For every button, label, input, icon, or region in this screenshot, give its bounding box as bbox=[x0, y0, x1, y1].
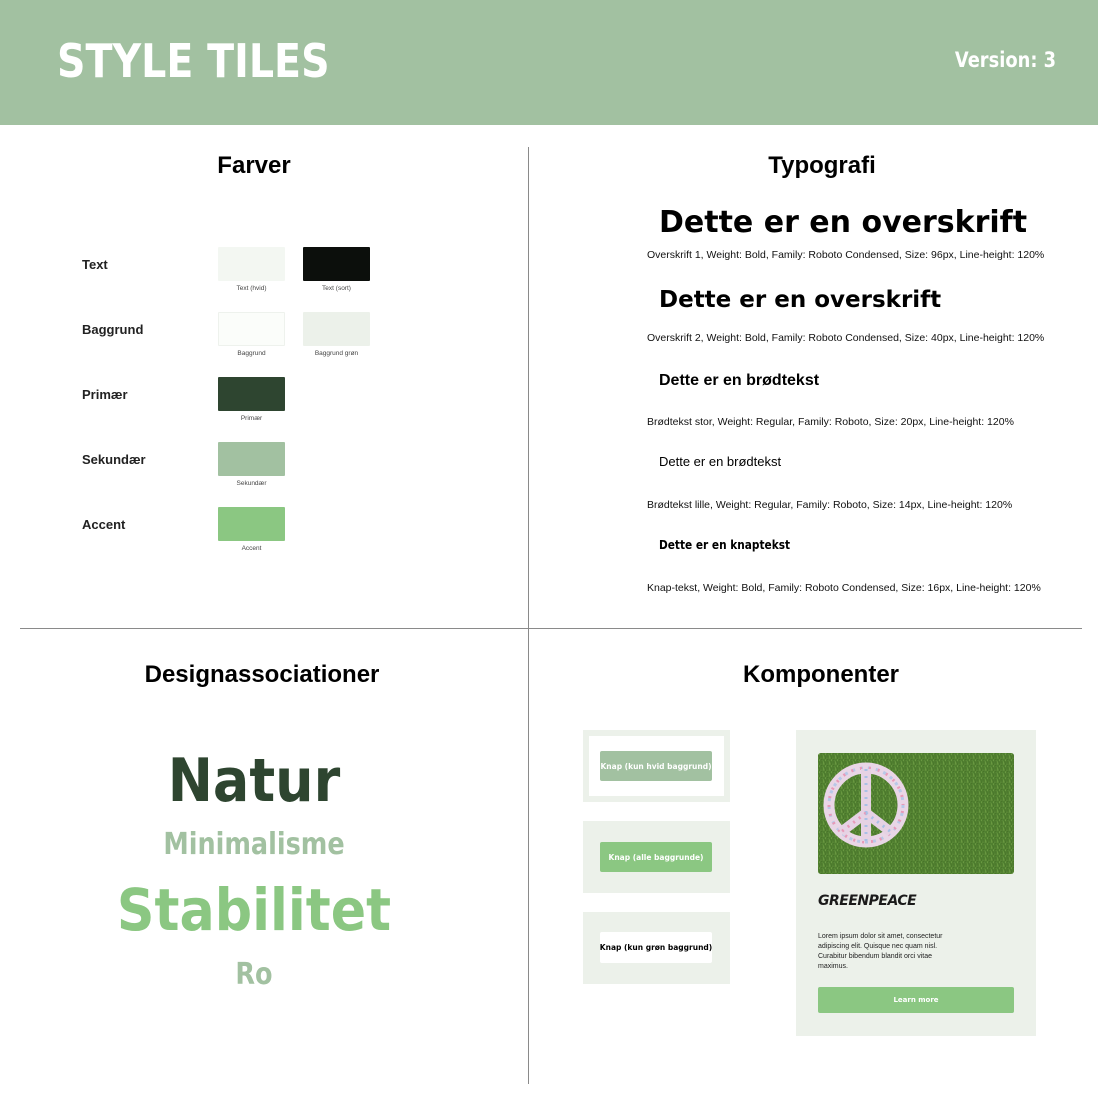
swatch-caption: Primær bbox=[240, 415, 263, 422]
card-image bbox=[818, 753, 1014, 874]
peace-sign-grass-image bbox=[818, 753, 1014, 874]
body-small-description: Brødtekst lille, Weight: Regular, Family… bbox=[647, 499, 1013, 511]
color-label-secondary: Sekundær bbox=[82, 452, 146, 467]
swatch-text-black bbox=[303, 247, 370, 281]
button-all-bg[interactable]: Knap (alle baggrunde) bbox=[600, 842, 712, 872]
swatch-caption: Baggrund grøn bbox=[314, 350, 359, 357]
version-label: Version: 3 bbox=[954, 48, 1056, 72]
swatch-primary bbox=[218, 377, 285, 411]
button-green-bg-only[interactable]: Knap (kun grøn baggrund) bbox=[600, 932, 712, 963]
swatch-caption: Text (sort) bbox=[322, 285, 351, 292]
learn-more-button[interactable]: Learn more bbox=[818, 987, 1014, 1013]
swatch-background bbox=[218, 312, 285, 346]
color-label-accent: Accent bbox=[82, 517, 126, 532]
horizontal-divider bbox=[20, 628, 1082, 629]
vertical-divider bbox=[528, 147, 529, 1084]
swatch-caption: Accent bbox=[241, 545, 262, 552]
button-text-sample: Dette er en knaptekst bbox=[659, 538, 791, 552]
association-word: Stabilitet bbox=[116, 876, 392, 944]
heading-2-sample: Dette er en overskrift bbox=[659, 287, 942, 313]
associations-title: Designassociationer bbox=[144, 661, 380, 688]
heading-2-description: Overskrift 2, Weight: Bold, Family: Robo… bbox=[647, 332, 1045, 344]
components-title: Komponenter bbox=[743, 661, 899, 688]
button-white-bg-only[interactable]: Knap (kun hvid baggrund) bbox=[600, 751, 712, 781]
swatch-text-white bbox=[218, 247, 285, 281]
greenpeace-logo: GREENPEACE bbox=[818, 893, 917, 909]
header-banner: STYLE TILES Version: 3 bbox=[0, 0, 1098, 125]
swatch-caption: Sekundær bbox=[236, 480, 267, 487]
color-label-text: Text bbox=[82, 257, 108, 272]
button-text-description: Knap-tekst, Weight: Bold, Family: Roboto… bbox=[647, 582, 1041, 594]
body-large-description: Brødtekst stor, Weight: Regular, Family:… bbox=[647, 416, 1014, 428]
swatch-secondary bbox=[218, 442, 285, 476]
swatch-background-green bbox=[303, 312, 370, 346]
association-word: Natur bbox=[167, 746, 341, 816]
color-label-background: Baggrund bbox=[82, 322, 144, 337]
page-title: STYLE TILES bbox=[57, 34, 330, 88]
card-body-text: Lorem ipsum dolor sit amet, consectetur … bbox=[818, 933, 943, 970]
heading-1-description: Overskrift 1, Weight: Bold, Family: Robo… bbox=[647, 249, 1045, 261]
colors-title: Farver bbox=[217, 152, 291, 179]
typography-title: Typografi bbox=[768, 152, 876, 179]
color-label-primary: Primær bbox=[82, 387, 128, 402]
body-large-sample: Dette er en brødtekst bbox=[659, 372, 820, 389]
swatch-accent bbox=[218, 507, 285, 541]
body-small-sample: Dette er en brødtekst bbox=[659, 454, 782, 469]
heading-1-sample: Dette er en overskrift bbox=[659, 205, 1028, 240]
swatch-caption: Baggrund bbox=[237, 350, 266, 357]
association-word: Minimalisme bbox=[163, 827, 345, 862]
swatch-caption: Text (hvid) bbox=[236, 285, 267, 292]
association-word: Ro bbox=[235, 957, 273, 992]
